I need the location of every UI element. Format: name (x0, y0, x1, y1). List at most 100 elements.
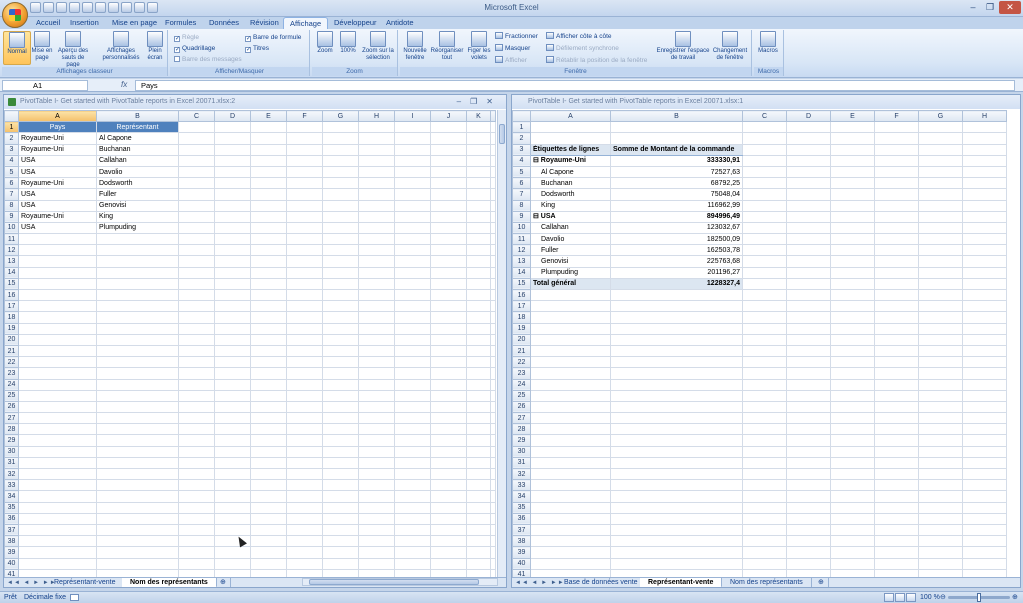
cell[interactable] (322, 288, 359, 302)
cell[interactable] (430, 356, 467, 369)
column-header[interactable]: G (918, 109, 963, 123)
cell[interactable] (918, 434, 963, 447)
cell[interactable] (490, 557, 496, 570)
row-header[interactable]: 39 (4, 546, 19, 559)
cell[interactable] (286, 378, 323, 391)
cell[interactable] (394, 389, 431, 402)
cell[interactable] (874, 210, 919, 223)
cell[interactable] (214, 378, 251, 391)
cell[interactable] (322, 490, 359, 503)
cell[interactable] (874, 177, 919, 190)
custom-views-button[interactable]: Affichages personnalisés (100, 31, 142, 65)
cell[interactable] (214, 255, 251, 268)
cell[interactable] (96, 546, 179, 559)
cell[interactable]: Callahan (96, 154, 179, 167)
cell[interactable] (394, 557, 431, 570)
cell[interactable] (490, 389, 496, 402)
row-header[interactable]: 28 (512, 423, 531, 436)
cell[interactable] (918, 557, 963, 570)
row-header[interactable]: 40 (4, 557, 19, 570)
cell[interactable] (466, 121, 491, 134)
cell[interactable] (786, 255, 831, 268)
cell[interactable] (96, 244, 179, 257)
cell[interactable] (178, 412, 215, 425)
cell[interactable] (874, 143, 919, 156)
left-sheet-grid[interactable]: A B C D E F G H I J K 1 Pays Représentant 2 Royaume-Uni… (4, 109, 496, 581)
cell[interactable] (466, 356, 491, 369)
cell[interactable] (918, 311, 963, 324)
cell[interactable] (466, 389, 491, 402)
row-header[interactable]: 21 (512, 344, 531, 358)
cell[interactable] (466, 535, 491, 548)
cell[interactable] (214, 523, 251, 537)
cell[interactable] (742, 344, 787, 358)
right-sheet-grid[interactable]: A B C D E F G H 1 2 3 Étiquettes de lignes Somme de … (512, 109, 1007, 581)
cell[interactable] (18, 523, 97, 537)
cell[interactable] (918, 154, 963, 167)
cell[interactable] (358, 412, 395, 425)
cell[interactable]: USA (18, 199, 97, 212)
cell[interactable] (874, 400, 919, 414)
cell[interactable] (742, 389, 787, 402)
cell[interactable] (918, 356, 963, 369)
cell[interactable] (430, 479, 467, 492)
row-header[interactable]: 14 (512, 266, 531, 279)
cell[interactable] (286, 389, 323, 402)
cell[interactable] (178, 557, 215, 570)
cell[interactable] (250, 165, 287, 179)
cell[interactable] (178, 378, 215, 391)
cell[interactable] (430, 535, 467, 548)
cell[interactable] (874, 490, 919, 503)
cell[interactable] (178, 546, 215, 559)
cell[interactable] (96, 523, 179, 537)
cell[interactable] (214, 557, 251, 570)
cell[interactable] (250, 557, 287, 570)
cell[interactable] (178, 501, 215, 514)
cell[interactable] (394, 188, 431, 201)
cell[interactable] (286, 210, 323, 223)
cell[interactable] (358, 333, 395, 346)
cell[interactable] (962, 311, 1007, 324)
cell[interactable] (286, 266, 323, 279)
cell[interactable] (530, 535, 611, 548)
cell[interactable] (466, 467, 491, 481)
cell[interactable] (358, 389, 395, 402)
formula-input[interactable]: Pays (135, 80, 1015, 91)
cell[interactable]: Royaume-Uni (18, 177, 97, 190)
cell[interactable] (430, 143, 467, 156)
row-header[interactable]: 12 (512, 244, 531, 257)
cell[interactable] (830, 132, 875, 145)
cell[interactable] (742, 557, 787, 570)
cell[interactable] (874, 288, 919, 302)
cell[interactable] (490, 378, 496, 391)
cell[interactable] (358, 266, 395, 279)
pivot-cell[interactable]: King (530, 199, 611, 212)
row-header[interactable]: 4 (4, 154, 19, 167)
row-header[interactable]: 3 (512, 143, 531, 156)
cell[interactable] (786, 501, 831, 514)
cell[interactable] (250, 266, 287, 279)
cell[interactable] (490, 300, 496, 313)
row-header[interactable]: 32 (4, 467, 19, 481)
cell[interactable] (250, 356, 287, 369)
cell[interactable] (214, 199, 251, 212)
cell[interactable] (530, 434, 611, 447)
row-header[interactable]: 19 (512, 322, 531, 335)
cell[interactable] (786, 266, 831, 279)
cell[interactable] (530, 400, 611, 414)
cell[interactable] (430, 490, 467, 503)
cell[interactable] (830, 244, 875, 257)
cell[interactable] (394, 445, 431, 458)
cell[interactable] (250, 188, 287, 201)
cell[interactable] (530, 456, 611, 470)
cell[interactable] (830, 400, 875, 414)
cell[interactable] (250, 132, 287, 145)
cell[interactable] (610, 467, 743, 481)
cell[interactable] (830, 154, 875, 167)
pivot-cell[interactable]: 894996,49 (610, 210, 743, 223)
cell[interactable] (874, 277, 919, 291)
cell[interactable] (962, 277, 1007, 291)
cell[interactable] (786, 244, 831, 257)
cell[interactable]: King (96, 210, 179, 223)
side-by-side-button[interactable]: Afficher côte à côte (546, 32, 612, 42)
